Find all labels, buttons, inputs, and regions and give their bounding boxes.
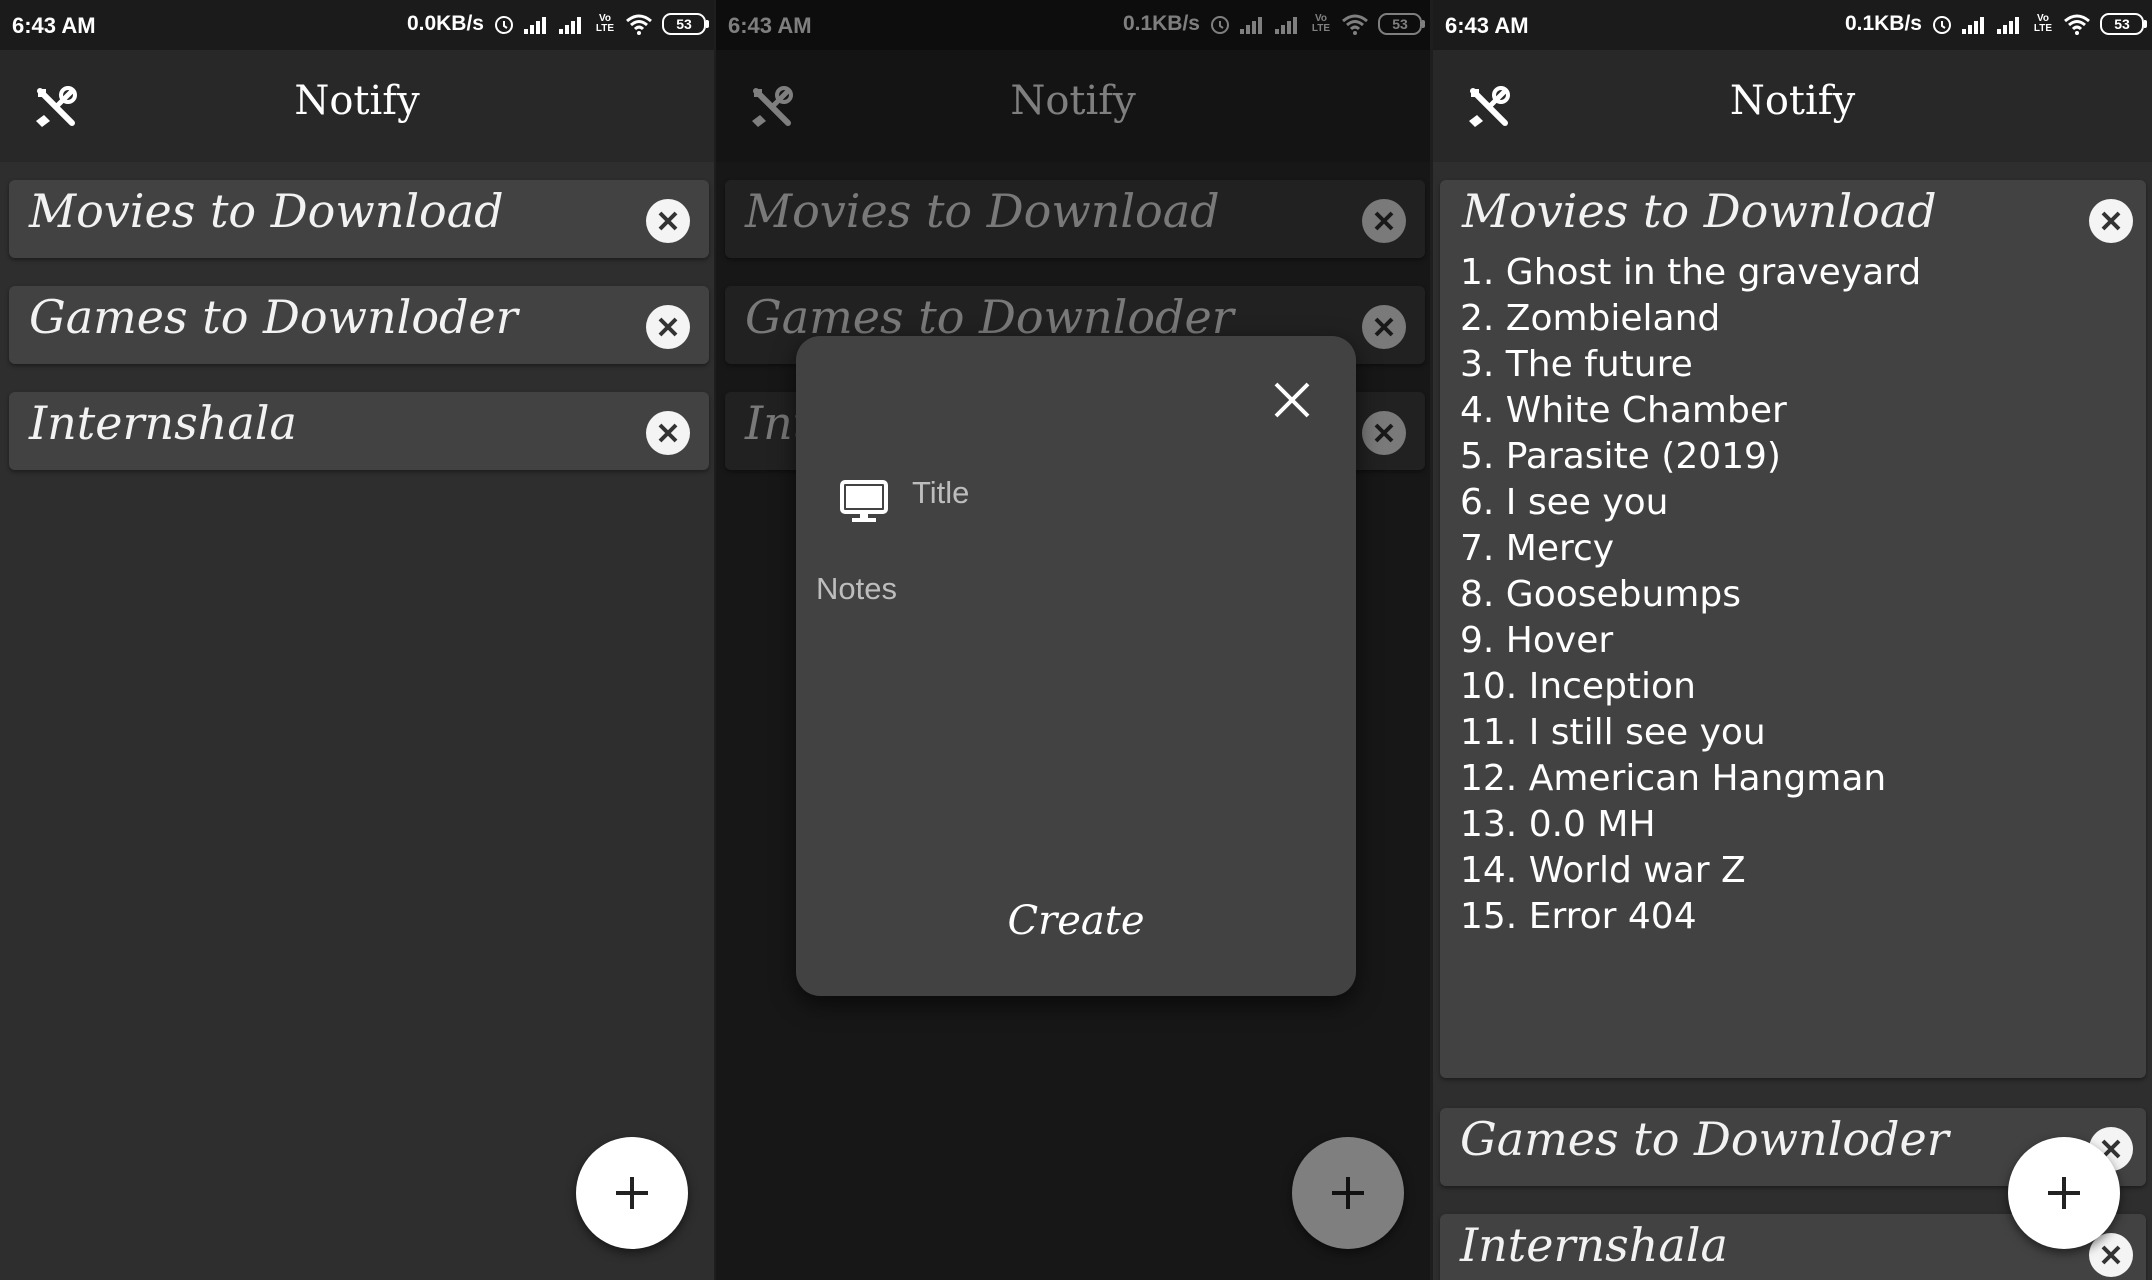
monitor-icon [840, 480, 888, 522]
battery-icon: 53 [2100, 13, 2147, 35]
list-item: 11. I still see you [1460, 712, 1766, 753]
status-bar: 6:43 AM 0.1KB/s Vo LTE 53 [1433, 0, 2152, 50]
delete-note-button[interactable] [2089, 199, 2133, 243]
create-button[interactable]: Create [796, 898, 1356, 944]
app-bar: Notify [0, 50, 714, 162]
note-card[interactable]: Games to Downloder [9, 286, 709, 364]
note-card-title: Games to Downloder [29, 290, 518, 344]
status-bar: 6:43 AM 0.0KB/s Vo LTE 53 [0, 0, 714, 50]
note-card-title: Movies to Download [29, 184, 504, 238]
screen-note-list: 6:43 AM 0.0KB/s Vo LTE 53 Notify Movies … [0, 0, 714, 1280]
app-title: Notify [1729, 78, 1856, 124]
list-item: 12. American Hangman [1460, 758, 1887, 799]
close-icon [658, 211, 678, 231]
screen-create-dialog: 6:43 AM 0.1KB/s Vo LTE 53 Notify M [716, 0, 1430, 1280]
list-item: 8. Goosebumps [1460, 574, 1741, 615]
note-card-title: Internshala [1460, 1218, 1728, 1272]
delete-note-button[interactable] [646, 199, 690, 243]
close-icon [658, 317, 678, 337]
battery-icon: 53 [662, 13, 709, 35]
delete-note-button[interactable] [646, 305, 690, 349]
volte-icon: Vo LTE [2033, 13, 2053, 34]
plus-icon [2048, 1177, 2080, 1209]
note-card-title: Movies to Download [1462, 184, 1937, 238]
app-title: Notify [294, 78, 420, 124]
list-item: 3. The future [1460, 344, 1693, 385]
create-note-dialog: Title Notes Create [796, 336, 1356, 996]
delete-note-button[interactable] [646, 411, 690, 455]
list-item: 7. Mercy [1460, 528, 1615, 569]
list-item: 9. Hover [1460, 620, 1614, 661]
notes-input[interactable]: Notes [816, 571, 897, 607]
wifi-icon [2064, 14, 2090, 35]
note-card[interactable]: Movies to Download [9, 180, 709, 258]
alarm-icon [495, 16, 513, 34]
status-time: 6:43 AM [12, 13, 96, 38]
list-item: 15. Error 404 [1460, 896, 1697, 937]
alarm-icon [1933, 16, 1951, 34]
signal-icon [524, 14, 550, 34]
list-item: 4. White Chamber [1460, 390, 1787, 431]
close-icon [658, 423, 678, 443]
list-item: 14. World war Z [1460, 850, 1746, 891]
note-body-list: 1. Ghost in the graveyard 2. Zombieland … [1460, 250, 1921, 940]
title-input[interactable]: Title [912, 475, 969, 511]
status-time: 6:43 AM [1445, 13, 1529, 38]
close-icon[interactable] [1272, 380, 1312, 420]
signal-icon [1962, 14, 1988, 34]
list-item: 13. 0.0 MH [1460, 804, 1656, 845]
note-card-title: Internshala [29, 396, 297, 450]
screen-expanded-note: 6:43 AM 0.1KB/s Vo LTE 53 Notify Movies … [1433, 0, 2152, 1280]
signal-icon [1997, 14, 2023, 34]
add-note-button[interactable] [2008, 1137, 2120, 1249]
app-bar: Notify [1433, 50, 2152, 162]
close-icon [2101, 211, 2121, 231]
signal-icon [559, 14, 585, 34]
close-icon [2101, 1245, 2121, 1265]
expanded-note-card[interactable]: Movies to Download 1. Ghost in the grave… [1440, 180, 2146, 1078]
plus-icon [616, 1177, 648, 1209]
status-net-speed: 0.0KB/s [406, 12, 484, 35]
status-net-speed: 0.1KB/s [1844, 12, 1922, 35]
wifi-icon [626, 14, 652, 35]
note-card[interactable]: Internshala [9, 392, 709, 470]
list-item: 5. Parasite (2019) [1460, 436, 1781, 477]
screens-row: 6:43 AM 0.0KB/s Vo LTE 53 Notify Movies … [0, 0, 2152, 1280]
list-item: 2. Zombieland [1460, 298, 1721, 339]
add-note-button[interactable] [576, 1137, 688, 1249]
list-item: 1. Ghost in the graveyard [1460, 252, 1922, 293]
note-card-title: Games to Downloder [1460, 1112, 1949, 1166]
delete-note-button[interactable] [2089, 1233, 2133, 1277]
list-item: 6. I see you [1460, 482, 1669, 523]
volte-icon: Vo LTE [595, 13, 615, 34]
list-item: 10. Inception [1460, 666, 1696, 707]
